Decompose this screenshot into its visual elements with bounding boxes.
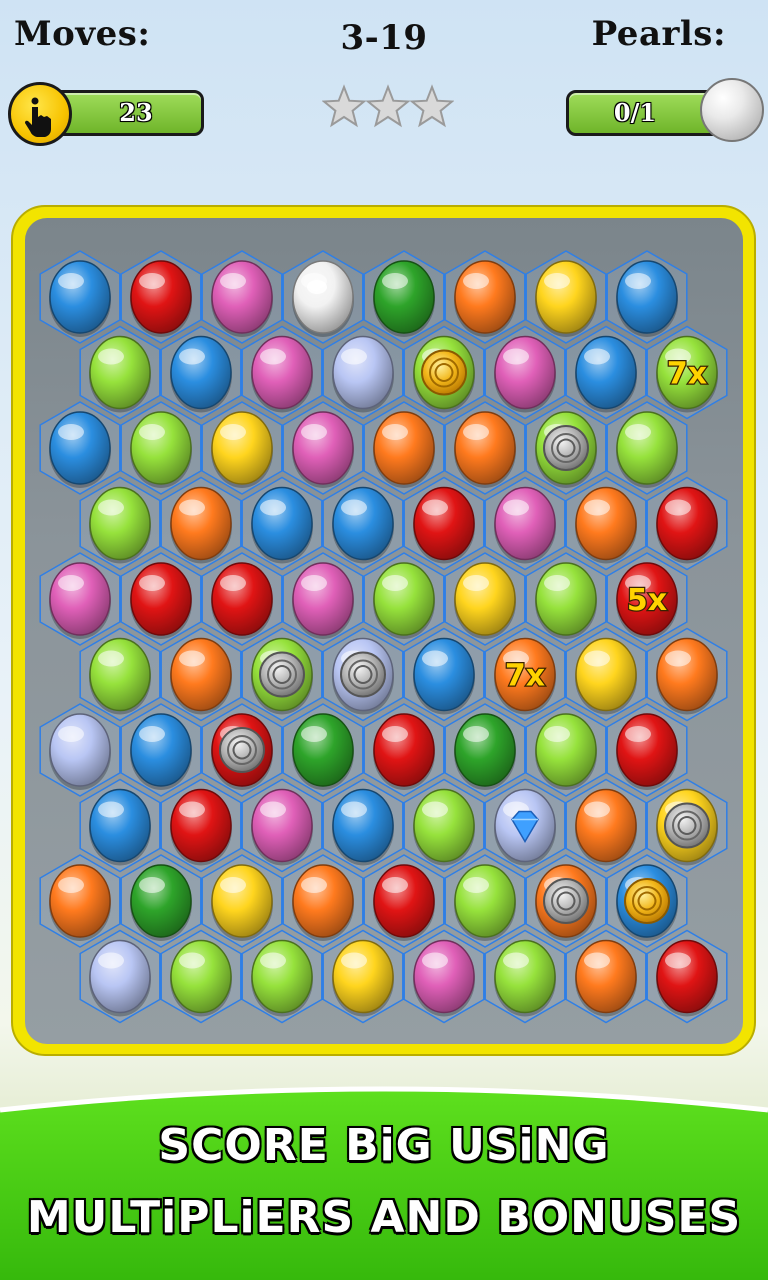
- bubble-orange[interactable]: [454, 260, 516, 337]
- bubble-blue[interactable]: [332, 486, 394, 564]
- bubble-green[interactable]: [413, 788, 475, 866]
- bubble-dkgreen[interactable]: [454, 713, 516, 790]
- bubble-blue[interactable]: [49, 260, 111, 337]
- bubble-red[interactable]: [656, 486, 718, 564]
- silver-coin-icon: [219, 727, 265, 773]
- bubble-green-multiplier[interactable]: 7x: [656, 335, 718, 413]
- bubble-red[interactable]: [413, 486, 475, 564]
- bubble-yellow[interactable]: [575, 637, 637, 715]
- bubble-pink[interactable]: [292, 411, 354, 488]
- bubble-dkgreen[interactable]: [373, 260, 435, 337]
- bubble-pink[interactable]: [292, 562, 354, 639]
- bubble-lavender[interactable]: [49, 713, 111, 790]
- bubble-green[interactable]: [616, 411, 678, 488]
- bubble-blue[interactable]: [251, 486, 313, 564]
- bubble-green[interactable]: [130, 411, 192, 488]
- bubble-blue[interactable]: [413, 637, 475, 715]
- bubble-orange[interactable]: [170, 486, 232, 564]
- pearl-shine: [307, 280, 327, 294]
- bubble-red-multiplier[interactable]: 5x: [616, 562, 678, 639]
- bubble-orange[interactable]: [575, 486, 637, 564]
- bubble-yellow[interactable]: [332, 939, 394, 1017]
- bubble-blue[interactable]: [89, 788, 151, 866]
- bubble-blue[interactable]: [49, 411, 111, 488]
- bubble-blue[interactable]: [170, 335, 232, 413]
- bubble-red[interactable]: [373, 713, 435, 790]
- bubble-orange[interactable]: [575, 788, 637, 866]
- bubble-blue[interactable]: [616, 260, 678, 337]
- bubble-lavender[interactable]: [89, 939, 151, 1017]
- bubble-orange-multiplier[interactable]: 7x: [494, 637, 556, 715]
- multiplier-label: 5x: [627, 583, 667, 618]
- bubble-orange[interactable]: [575, 939, 637, 1017]
- bubble-pink[interactable]: [413, 939, 475, 1017]
- bubble-orange[interactable]: [373, 411, 435, 488]
- bubble-lavender-silver-coin[interactable]: [332, 637, 394, 715]
- bubble-blue[interactable]: [332, 788, 394, 866]
- bubble-yellow[interactable]: [535, 260, 597, 337]
- bubble-blue-gold-coin[interactable]: [616, 864, 678, 941]
- silver-coin-icon: [259, 651, 305, 698]
- bubble-orange[interactable]: [170, 637, 232, 715]
- bubble-blue[interactable]: [130, 713, 192, 790]
- bubble-green-gold-coin[interactable]: [413, 335, 475, 413]
- slogan-line-2: MULTiPLiERS AND BONUSES: [26, 1192, 742, 1243]
- silver-coin-icon: [543, 425, 589, 471]
- bubble-pink[interactable]: [251, 335, 313, 413]
- bubble-dkgreen[interactable]: [292, 713, 354, 790]
- bubble-lavender[interactable]: [332, 335, 394, 413]
- bubble-green[interactable]: [251, 939, 313, 1017]
- bubble-green[interactable]: [494, 939, 556, 1017]
- multiplier-label: 7x: [505, 659, 545, 694]
- bubble-orange[interactable]: [292, 864, 354, 941]
- bubble-green[interactable]: [89, 637, 151, 715]
- bubble-yellow[interactable]: [211, 864, 273, 941]
- bubble-red-silver-coin[interactable]: [211, 713, 273, 790]
- bubble-pink[interactable]: [251, 788, 313, 866]
- bubble-green[interactable]: [373, 562, 435, 639]
- silver-coin-icon: [664, 802, 710, 849]
- multiplier-label: 7x: [667, 357, 707, 392]
- bubble-pink[interactable]: [494, 486, 556, 564]
- bubble-green[interactable]: [535, 713, 597, 790]
- slogan-banner: [0, 1086, 768, 1280]
- gold-coin-icon: [624, 878, 670, 924]
- gold-coin-icon: [421, 349, 467, 396]
- bubble-orange[interactable]: [656, 637, 718, 715]
- bubble-pink[interactable]: [49, 562, 111, 639]
- bubble-blue[interactable]: [575, 335, 637, 413]
- bubble-white-pearl[interactable]: [292, 260, 354, 337]
- silver-coin-icon: [340, 651, 386, 698]
- silver-coin-icon: [543, 878, 589, 924]
- bubble-red[interactable]: [373, 864, 435, 941]
- bubble-yellow[interactable]: [454, 562, 516, 639]
- bubble-yellow[interactable]: [211, 411, 273, 488]
- bubble-green[interactable]: [89, 335, 151, 413]
- bubble-red[interactable]: [130, 562, 192, 639]
- bubble-red[interactable]: [656, 939, 718, 1017]
- bubble-green[interactable]: [535, 562, 597, 639]
- bubble-green-silver-coin[interactable]: [251, 637, 313, 715]
- bubble-red[interactable]: [170, 788, 232, 866]
- bubble-orange-silver-coin[interactable]: [535, 864, 597, 941]
- bubble-lavender-diamond[interactable]: [494, 788, 556, 866]
- bubble-pink[interactable]: [211, 260, 273, 337]
- bubble-green-silver-coin[interactable]: [535, 411, 597, 488]
- bubble-pink[interactable]: [494, 335, 556, 413]
- bubble-green[interactable]: [89, 486, 151, 564]
- bubble-green[interactable]: [454, 864, 516, 941]
- bubble-red[interactable]: [211, 562, 273, 639]
- bubble-orange[interactable]: [454, 411, 516, 488]
- bubble-orange[interactable]: [49, 864, 111, 941]
- bubble-yellow-silver-coin[interactable]: [656, 788, 718, 866]
- bubble-green[interactable]: [170, 939, 232, 1017]
- bubble-red[interactable]: [616, 713, 678, 790]
- bubble-dkgreen[interactable]: [130, 864, 192, 941]
- bubble-red[interactable]: [130, 260, 192, 337]
- slogan-line-1: SCORE BiG USiNG: [158, 1120, 610, 1171]
